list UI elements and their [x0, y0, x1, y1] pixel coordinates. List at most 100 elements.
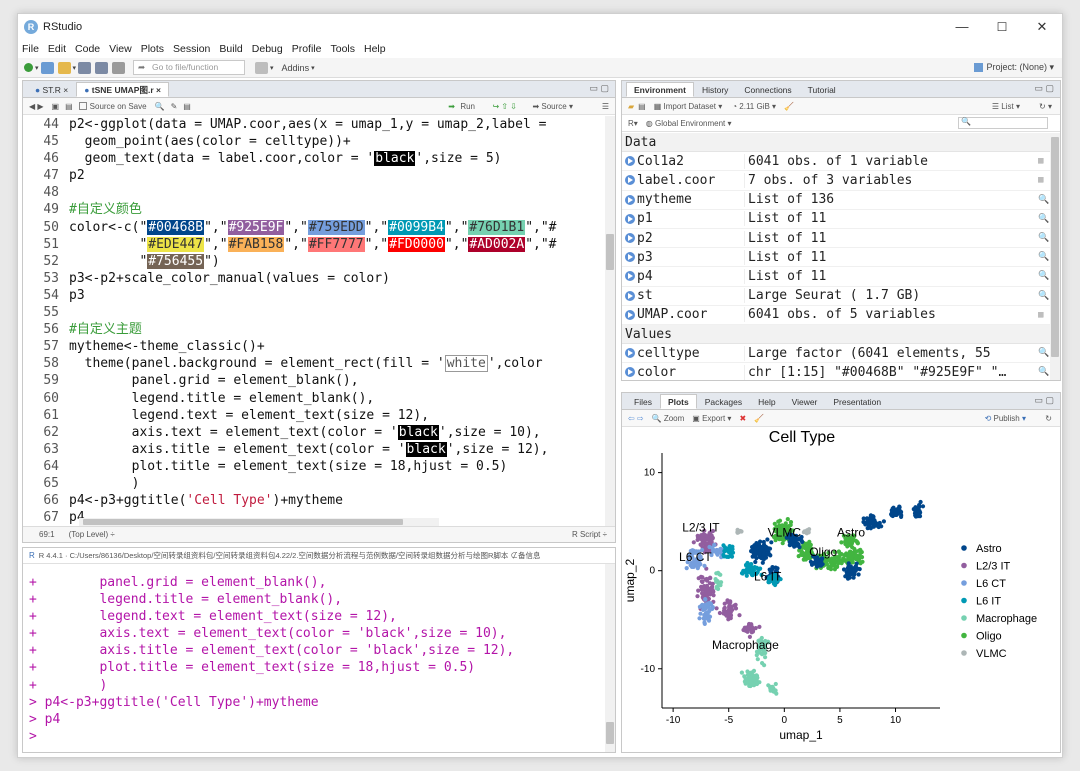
env-row[interactable]: celltype Large factor (6041 elements, 55 🔍 [622, 344, 1052, 364]
expand-icon[interactable] [625, 348, 635, 359]
tab-packages[interactable]: Packages [697, 394, 750, 409]
menu-file[interactable]: File [22, 43, 39, 55]
zoom-button[interactable]: 🔍 Zoom [652, 414, 685, 423]
clear-plots-icon[interactable]: 🧹 [754, 414, 764, 423]
env-row[interactable]: p4 List of 11 🔍 [622, 267, 1052, 287]
back-icon[interactable]: ◀ ▶ [29, 102, 44, 111]
expand-icon[interactable] [625, 194, 635, 205]
env-minmax-icon[interactable]: ▭ ▢ [1034, 83, 1054, 94]
code-line[interactable]: 55 [23, 304, 607, 321]
expand-icon[interactable] [625, 367, 635, 378]
tab-environment[interactable]: Environment [626, 82, 694, 97]
console-output[interactable]: + panel.grid = element_blank(), + legend.… [29, 574, 599, 750]
code-line[interactable]: 53 p3<-p2+scale_color_manual(values = col… [23, 270, 607, 287]
workspace-panes-icon[interactable] [255, 61, 269, 74]
view-mode-list[interactable]: ☰ List ▾ [992, 102, 1020, 111]
code-line[interactable]: 45 geom_point(aes(color = celltype))+ [23, 133, 607, 150]
tab-tsne-umap[interactable]: ● tSNE UMAP图.r × [76, 82, 169, 97]
code-line[interactable]: 47 p2 [23, 167, 607, 184]
goto-file-input[interactable]: ➦ Go to file/function [133, 60, 246, 75]
env-row[interactable]: p1 List of 11 🔍 [622, 210, 1052, 229]
memory-usage[interactable]: ◔ 2.11 GiB ▾ [732, 102, 776, 111]
code-line[interactable]: 50 color<-c("#00468B","#925E9F","#759EDD"… [23, 219, 607, 236]
search-icon[interactable]: 🔍 [155, 102, 165, 111]
tab-files[interactable]: Files [626, 394, 660, 409]
menu-edit[interactable]: Edit [48, 43, 66, 55]
editor-hscroll[interactable] [79, 518, 439, 526]
open-file-icon[interactable] [57, 61, 71, 74]
expand-icon[interactable] [625, 233, 635, 244]
code-line[interactable]: 44 p2<-ggplot(data = UMAP.coor,aes(x = um… [23, 116, 607, 133]
show-in-window-icon[interactable]: ▣ [52, 102, 60, 111]
code-line[interactable]: 54 p3 [23, 287, 607, 304]
tab-history[interactable]: History [694, 82, 736, 97]
code-line[interactable]: 48 [23, 184, 607, 201]
code-line[interactable]: 57 mytheme<-theme_classic()+ [23, 338, 607, 355]
save-workspace-icon[interactable]: ▤ [638, 102, 646, 111]
file-type-selector[interactable]: R Script ÷ [572, 530, 607, 539]
env-row[interactable]: UMAP.coor 6041 obs. of 5 variables ▦ [622, 306, 1052, 325]
editor-scrollbar[interactable] [605, 116, 615, 526]
env-row[interactable]: p3 List of 11 🔍 [622, 248, 1052, 268]
expand-icon[interactable] [625, 309, 635, 320]
clear-broom-icon[interactable]: 🧹 [784, 102, 794, 111]
tab-tutorial[interactable]: Tutorial [800, 82, 844, 97]
menu-session[interactable]: Session [173, 43, 210, 55]
tab-presentation[interactable]: Presentation [825, 394, 889, 409]
env-row[interactable]: p2 List of 11 🔍 [622, 229, 1052, 249]
load-workspace-icon[interactable]: ▰ [628, 102, 634, 111]
tab-st-r[interactable]: ● ST.R × [27, 82, 76, 97]
compile-report-icon[interactable]: ▤ [183, 102, 191, 111]
code-line[interactable]: 59 panel.grid = element_blank(), [23, 372, 607, 389]
import-dataset-button[interactable]: ▦ Import Dataset ▾ [654, 102, 723, 111]
env-search-input[interactable]: 🔍 [958, 117, 1048, 129]
expand-icon[interactable] [625, 156, 635, 167]
code-line[interactable]: 56 #自定义主题 [23, 321, 607, 338]
plot-back-icon[interactable]: ⇦ ⇨ [628, 414, 644, 423]
code-line[interactable]: 58 theme(panel.background = element_rect… [23, 355, 607, 373]
outline-icon[interactable]: ☰ [602, 102, 609, 111]
tab-help[interactable]: Help [750, 394, 783, 409]
tab-viewer[interactable]: Viewer [784, 394, 826, 409]
expand-icon[interactable] [625, 213, 635, 224]
save-all-icon[interactable] [95, 61, 109, 74]
maximize-button[interactable]: ☐ [982, 14, 1022, 40]
remove-plot-icon[interactable]: ✖ [739, 414, 746, 423]
expand-icon[interactable] [625, 175, 635, 186]
export-button[interactable]: ▣ Export ▾ [692, 414, 731, 423]
tab-plots[interactable]: Plots [659, 394, 697, 409]
refresh-icon[interactable]: ↻ ▾ [1039, 102, 1052, 111]
code-line[interactable]: 63 axis.title = element_text(color = 'bl… [23, 441, 607, 458]
code-line[interactable]: 46 geom_text(data = label.coor,color = '… [23, 150, 607, 167]
source-button[interactable]: ➡ Source ▾ [532, 102, 573, 111]
env-scrollbar[interactable] [1050, 133, 1060, 380]
menu-plots[interactable]: Plots [141, 43, 164, 55]
run-button[interactable]: Run [460, 102, 475, 111]
menu-tools[interactable]: Tools [330, 43, 355, 55]
code-line[interactable]: 66 p4<-p3+ggtitle('Cell Type')+mytheme [23, 492, 607, 509]
print-icon[interactable] [112, 61, 126, 74]
env-row[interactable]: mytheme List of 136 🔍 [622, 191, 1052, 210]
new-file-icon[interactable] [24, 63, 33, 72]
env-row[interactable]: color chr [1:15] "#00468B" "#925E9F" "… 🔍 [622, 363, 1052, 380]
code-line[interactable]: 51 "#EDE447","#FAB158","#FF7777","#FD000… [23, 236, 607, 253]
env-row[interactable]: label.coor 7 obs. of 3 variables ▦ [622, 171, 1052, 191]
source-on-save-checkbox[interactable] [78, 102, 87, 110]
minimize-button[interactable]: — [942, 14, 982, 40]
env-row[interactable]: Col1a2 6041 obs. of 1 variable ▦ [622, 152, 1052, 172]
plot-refresh-icon[interactable]: ↻ [1045, 414, 1052, 423]
menu-debug[interactable]: Debug [252, 43, 283, 55]
editor-code[interactable]: 44 p2<-ggplot(data = UMAP.coor,aes(x = um… [23, 116, 607, 526]
expand-icon[interactable] [625, 252, 635, 263]
code-line[interactable]: 49 #自定义颜色 [23, 201, 607, 218]
save-file-icon[interactable]: ▤ [65, 102, 73, 111]
menu-profile[interactable]: Profile [292, 43, 322, 55]
wand-icon[interactable]: ✎ [171, 102, 178, 111]
rerun-icon[interactable]: ↪ ⇧ ⇩ [492, 102, 517, 111]
plots-minmax-icon[interactable]: ▭ ▢ [1034, 395, 1054, 406]
menu-code[interactable]: Code [75, 43, 100, 55]
code-line[interactable]: 64 plot.title = element_text(size = 18,h… [23, 458, 607, 475]
scope-selector[interactable]: (Top Level) ÷ [69, 530, 115, 539]
expand-icon[interactable] [625, 290, 635, 301]
code-line[interactable]: 65 ) [23, 475, 607, 492]
